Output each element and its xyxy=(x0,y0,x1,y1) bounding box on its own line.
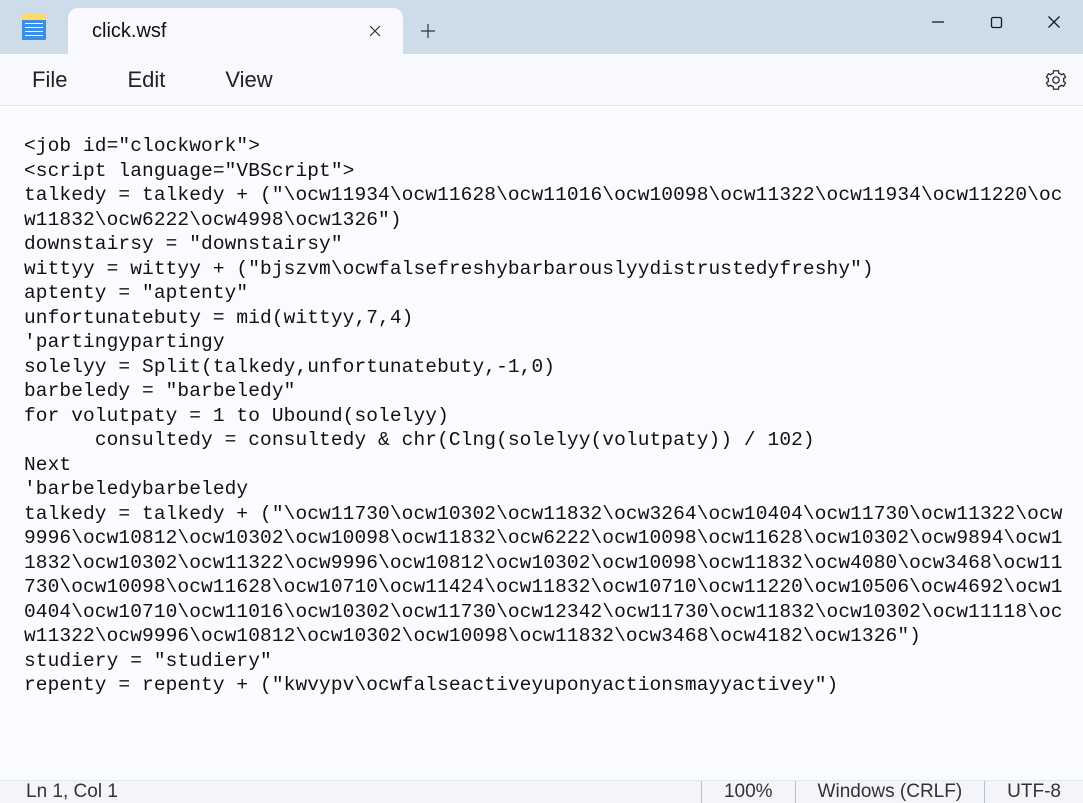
menu-view[interactable]: View xyxy=(211,61,286,99)
close-window-button[interactable] xyxy=(1025,2,1083,42)
app-icon-wrap xyxy=(0,0,68,54)
settings-button[interactable] xyxy=(1039,63,1073,97)
editor-content[interactable]: <job id="clockwork"> <script language="V… xyxy=(24,134,1063,698)
status-line-ending[interactable]: Windows (CRLF) xyxy=(796,781,985,803)
status-cursor-position[interactable]: Ln 1, Col 1 xyxy=(0,781,701,803)
statusbar: Ln 1, Col 1 100% Windows (CRLF) UTF-8 xyxy=(0,780,1083,803)
menubar: File Edit View xyxy=(0,54,1083,106)
document-tab[interactable]: click.wsf xyxy=(68,8,403,54)
close-tab-icon[interactable] xyxy=(361,17,389,45)
window-controls xyxy=(909,0,1083,54)
new-tab-button[interactable] xyxy=(403,8,453,54)
menu-file[interactable]: File xyxy=(18,61,81,99)
titlebar: click.wsf xyxy=(0,0,1083,54)
menu-edit[interactable]: Edit xyxy=(113,61,179,99)
minimize-button[interactable] xyxy=(909,2,967,42)
notepad-app-icon xyxy=(22,14,46,40)
gear-icon xyxy=(1045,69,1067,91)
status-zoom[interactable]: 100% xyxy=(702,781,795,803)
status-encoding[interactable]: UTF-8 xyxy=(985,781,1083,803)
editor-area[interactable]: <job id="clockwork"> <script language="V… xyxy=(0,106,1083,780)
tab-title: click.wsf xyxy=(92,20,343,43)
maximize-button[interactable] xyxy=(967,2,1025,42)
